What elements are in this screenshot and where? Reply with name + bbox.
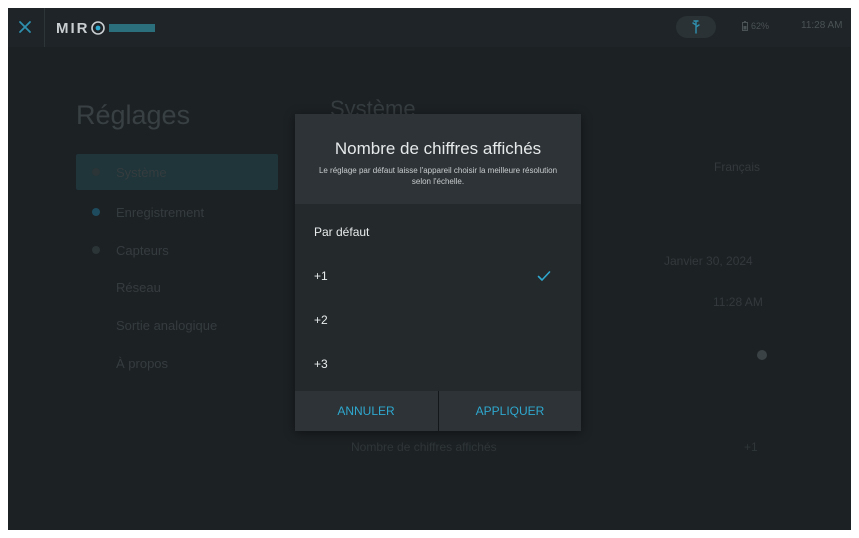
sidebar-item-label: Sortie analogique bbox=[116, 317, 218, 333]
close-button[interactable] bbox=[12, 14, 38, 40]
option-label: +1 bbox=[314, 269, 328, 283]
option-plus-3[interactable]: +3 bbox=[295, 342, 581, 386]
dialog-description: Le réglage par défaut laisse l'appareil … bbox=[318, 166, 558, 186]
checkmark-icon bbox=[537, 271, 551, 281]
sidebar-item-network[interactable]: Réseau bbox=[76, 269, 278, 305]
analog-icon bbox=[92, 321, 100, 329]
sidebar-item-recording[interactable]: Enregistrement bbox=[76, 194, 278, 230]
logo-mark-icon bbox=[90, 21, 105, 35]
language-value: Français bbox=[714, 160, 761, 174]
sidebar-item-system[interactable]: Système bbox=[76, 154, 278, 190]
option-plus-2[interactable]: +2 bbox=[295, 298, 581, 342]
sidebar-item-label: Système bbox=[116, 164, 167, 180]
time-value: 11:28 AM bbox=[713, 295, 763, 309]
page-title: Réglages bbox=[76, 100, 191, 130]
sensor-icon bbox=[92, 246, 100, 254]
top-bar: MIR 62% 11:28 AM bbox=[8, 8, 851, 47]
logo-text: MIR bbox=[56, 19, 90, 37]
digits-setting-value: +1 bbox=[744, 440, 758, 454]
dialog-header: Nombre de chiffres affichés Le réglage p… bbox=[295, 114, 581, 204]
cancel-button[interactable]: ANNULER bbox=[295, 391, 437, 431]
network-icon bbox=[92, 283, 100, 291]
sidebar-item-about[interactable]: À propos bbox=[76, 345, 278, 381]
battery-percent: 62% bbox=[751, 21, 770, 31]
toggle-switch[interactable] bbox=[757, 350, 767, 360]
option-label: +3 bbox=[314, 357, 328, 371]
record-icon bbox=[92, 208, 100, 216]
info-icon bbox=[92, 359, 100, 367]
option-plus-1[interactable]: +1 bbox=[295, 254, 581, 298]
dialog-title: Nombre de chiffres affichés bbox=[334, 139, 542, 158]
digits-setting-label[interactable]: Nombre de chiffres affichés bbox=[351, 440, 497, 454]
option-label: Par défaut bbox=[314, 225, 370, 239]
sidebar-item-label: À propos bbox=[116, 355, 169, 371]
battery-icon bbox=[742, 21, 748, 31]
sidebar-item-label: Enregistrement bbox=[116, 204, 205, 220]
app-window: MIR 62% 11:28 AM Réglages Système Systèm… bbox=[8, 8, 851, 530]
dialog-footer: ANNULER APPLIQUER bbox=[295, 391, 581, 431]
sidebar-item-label: Capteurs bbox=[116, 242, 169, 258]
battery-status: 62% bbox=[742, 21, 769, 31]
close-icon bbox=[19, 21, 31, 33]
sidebar-item-analog-output[interactable]: Sortie analogique bbox=[76, 307, 278, 343]
gear-icon bbox=[92, 168, 100, 176]
clock: 11:28 AM bbox=[801, 20, 843, 31]
date-value: Janvier 30, 2024 bbox=[664, 254, 753, 268]
divider bbox=[44, 8, 45, 47]
logo: MIR bbox=[56, 18, 155, 38]
sidebar-item-label: Réseau bbox=[116, 279, 161, 295]
sidebar-item-sensors[interactable]: Capteurs bbox=[76, 232, 278, 268]
option-default[interactable]: Par défaut bbox=[295, 210, 581, 254]
usb-icon bbox=[692, 20, 700, 34]
usb-status[interactable] bbox=[676, 16, 716, 38]
digits-dialog: Nombre de chiffres affichés Le réglage p… bbox=[295, 114, 581, 431]
logo-badge bbox=[108, 24, 155, 32]
apply-button[interactable]: APPLIQUER bbox=[439, 391, 581, 431]
option-label: +2 bbox=[314, 313, 328, 327]
